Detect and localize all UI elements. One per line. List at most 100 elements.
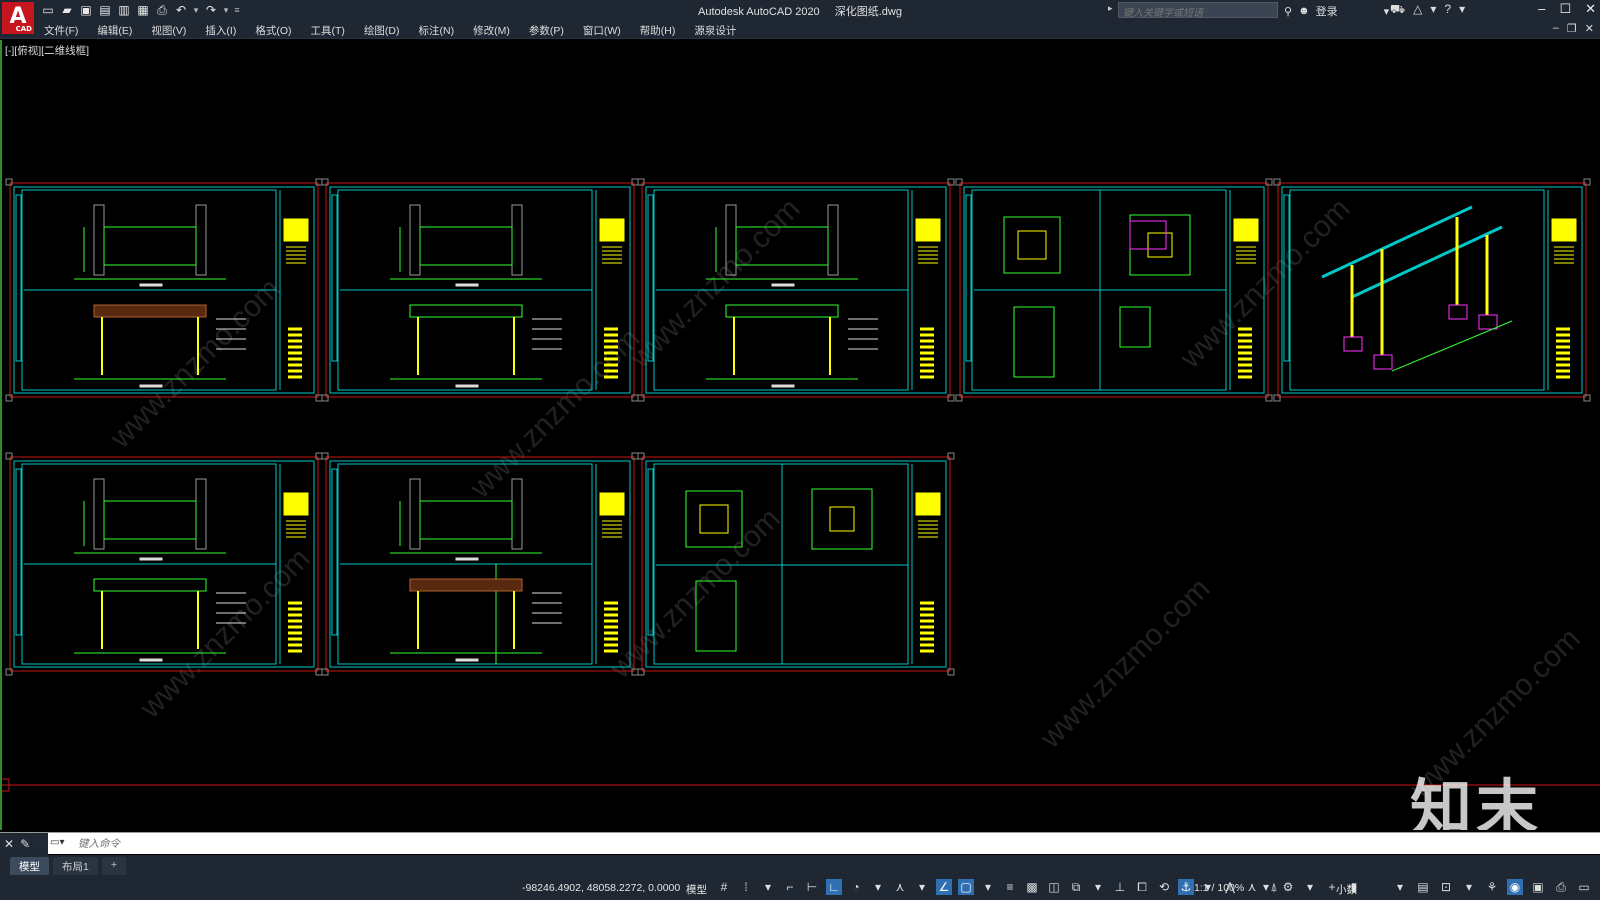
drawing-viewport[interactable]: [-][俯视][二维线框] www.znzmo.com www.znzmo.com… xyxy=(0,40,1600,830)
grid-icon[interactable]: # xyxy=(716,879,732,895)
3d-osnap-icon[interactable]: ⧉ xyxy=(1068,879,1084,895)
help-icon[interactable]: ? xyxy=(1444,2,1451,18)
lineweight-icon[interactable]: ≡ xyxy=(1002,879,1018,895)
transparency-icon[interactable]: ▩ xyxy=(1024,879,1040,895)
viewport-controls-label[interactable]: [-][俯视][二维线框] xyxy=(5,43,89,58)
dynamic-ucs-icon[interactable]: ⊥ xyxy=(1112,879,1128,895)
cart-icon[interactable]: ⛟ xyxy=(1390,2,1405,18)
plot-icon[interactable]: ⎙ xyxy=(154,2,170,18)
doc-close-icon[interactable]: ✕ xyxy=(1585,22,1594,35)
maximize-icon[interactable]: ☐ xyxy=(1559,1,1571,17)
full-screen-icon[interactable]: ▭ xyxy=(1576,879,1592,895)
title-block-logo xyxy=(1233,218,1259,242)
app-menu-button[interactable]: A CAD xyxy=(2,2,34,34)
search-box[interactable] xyxy=(1118,2,1278,21)
undo-dropdown-icon[interactable]: ▾ xyxy=(192,2,200,18)
redo-dropdown-icon[interactable]: ▾ xyxy=(222,2,230,18)
menu-item-draw[interactable]: 绘图(D) xyxy=(364,23,400,38)
redo-icon[interactable]: ↷ xyxy=(203,2,219,18)
lock-ui-dropdown-icon[interactable]: ▾ xyxy=(1461,879,1477,895)
tab-add-layout[interactable]: + xyxy=(101,857,126,876)
open-web-icon[interactable]: ▥ xyxy=(116,2,132,18)
object-snap-tracking-icon[interactable]: ∠ xyxy=(936,879,952,895)
menu-item-help[interactable]: 帮助(H) xyxy=(640,23,676,38)
document-controls: – ❐ ✕ xyxy=(1553,22,1594,35)
selection-filter-icon[interactable]: ⧠ xyxy=(1134,879,1150,895)
new-file-icon[interactable]: ▭ xyxy=(40,2,56,18)
isometric-icon[interactable]: ⋏ xyxy=(892,879,908,895)
dynamic-input-icon[interactable]: ⊢ xyxy=(804,879,820,895)
save-icon[interactable]: ▣ xyxy=(78,2,94,18)
minimize-icon[interactable]: – xyxy=(1538,1,1545,17)
command-history-icon[interactable]: ▭▾ xyxy=(50,837,64,848)
annotation-scale[interactable]: 1:1 / 100% xyxy=(1194,882,1244,894)
polar-icon[interactable]: ◔ xyxy=(848,879,864,895)
menu-item-tools[interactable]: 工具(T) xyxy=(311,23,345,38)
3d-osnap-dropdown-icon[interactable]: ▾ xyxy=(1090,879,1106,895)
wall-post xyxy=(93,204,105,276)
polar-dropdown-icon[interactable]: ▾ xyxy=(870,879,886,895)
clean-screen-icon[interactable]: ▣ xyxy=(1530,879,1546,895)
binoculars-icon[interactable]: ⚲ xyxy=(1284,5,1292,18)
workspace-dropdown-icon[interactable]: ▾ xyxy=(1302,879,1318,895)
menu-item-parametric[interactable]: 参数(P) xyxy=(529,23,564,38)
isolate-objects-icon[interactable]: ⚘ xyxy=(1484,879,1500,895)
annotation-visibility-icon[interactable]: ⚓ xyxy=(1178,879,1194,895)
menu-item-format[interactable]: 格式(O) xyxy=(255,23,291,38)
ortho-icon[interactable]: ∟ xyxy=(826,879,842,895)
login-dropdown-icon[interactable]: ▾ xyxy=(1384,5,1390,18)
menu-item-window[interactable]: 窗口(W) xyxy=(583,23,621,38)
quick-properties-icon[interactable]: ▤ xyxy=(1415,879,1431,895)
menu-item-insert[interactable]: 插入(I) xyxy=(205,23,236,38)
snap-icon[interactable]: ⁞ xyxy=(738,879,754,895)
command-customize-icon[interactable]: ✎ xyxy=(20,837,30,851)
tab-layout1[interactable]: 布局1 xyxy=(53,857,98,876)
plot-status-icon[interactable]: ⎙ xyxy=(1553,879,1569,895)
units-display[interactable]: 小数 xyxy=(1336,882,1357,897)
menu-item-edit[interactable]: 编辑(E) xyxy=(97,23,132,38)
user-icon[interactable]: ☻ xyxy=(1298,5,1310,17)
app-dropdown-icon[interactable]: ▾ xyxy=(1430,2,1436,18)
object-snap-icon[interactable]: ▢ xyxy=(958,879,974,895)
publish-icon[interactable]: ▦ xyxy=(135,2,151,18)
menu-item-view[interactable]: 视图(V) xyxy=(151,23,186,38)
menu-item-file[interactable]: 文件(F) xyxy=(44,23,78,38)
lock-ui-icon[interactable]: ⊡ xyxy=(1438,879,1454,895)
infer-constraints-icon[interactable]: ⌐ xyxy=(782,879,798,895)
isometric-dropdown-icon[interactable]: ▾ xyxy=(914,879,930,895)
scale-dropdown-icon[interactable]: ▾ xyxy=(1258,879,1274,895)
object-snap-dropdown-icon[interactable]: ▾ xyxy=(980,879,996,895)
hardware-acceleration-icon[interactable]: ◉ xyxy=(1507,879,1523,895)
sheet-corner-mark xyxy=(947,668,955,676)
help-dropdown-icon[interactable]: ▾ xyxy=(1459,2,1465,18)
doc-restore-icon[interactable]: ❐ xyxy=(1567,22,1577,35)
gizmo-icon[interactable]: ⟲ xyxy=(1156,879,1172,895)
search-expand-icon[interactable]: ▸ xyxy=(1108,3,1113,14)
model-space-toggle[interactable]: 模型 xyxy=(686,882,707,897)
tab-model[interactable]: 模型 xyxy=(10,857,49,876)
open-file-icon[interactable]: ▰ xyxy=(59,2,75,18)
command-close-icon[interactable]: ✕ xyxy=(4,837,14,851)
wall-post xyxy=(409,478,421,550)
title-bar: A CAD ▭ ▰ ▣ ▤ ▥ ▦ ⎙ ↶ ▾ ↷ ▾ ≡ Autodesk A… xyxy=(0,0,1600,34)
menu-item-dimension[interactable]: 标注(N) xyxy=(419,23,455,38)
undo-icon[interactable]: ↶ xyxy=(173,2,189,18)
customize-toolbar-icon[interactable]: ≡ xyxy=(233,2,241,18)
autodesk-app-icon[interactable]: △ xyxy=(1413,2,1422,18)
pergola-top-beam xyxy=(725,304,839,318)
menu-item-yuanquan[interactable]: 源泉设计 xyxy=(694,23,736,38)
doc-minimize-icon[interactable]: – xyxy=(1553,22,1559,35)
cursor-coordinates[interactable]: -98246.4902, 48058.2272, 0.0000 xyxy=(522,882,680,894)
quick-access-toolbar: ▭ ▰ ▣ ▤ ▥ ▦ ⎙ ↶ ▾ ↷ ▾ ≡ xyxy=(40,2,241,18)
save-as-icon[interactable]: ▤ xyxy=(97,2,113,18)
workspace-gear-icon[interactable]: ⚙ xyxy=(1280,879,1296,895)
search-input[interactable] xyxy=(1119,6,1277,21)
menu-item-modify[interactable]: 修改(M) xyxy=(473,23,510,38)
sheet-corner-mark xyxy=(5,452,13,460)
snap-dropdown-icon[interactable]: ▾ xyxy=(760,879,776,895)
login-link[interactable]: 登录 xyxy=(1316,3,1338,19)
command-input[interactable] xyxy=(78,835,1318,853)
close-icon[interactable]: ✕ xyxy=(1585,1,1596,17)
units-dropdown-icon[interactable]: ▾ xyxy=(1392,879,1408,895)
selection-cycling-icon[interactable]: ◫ xyxy=(1046,879,1062,895)
